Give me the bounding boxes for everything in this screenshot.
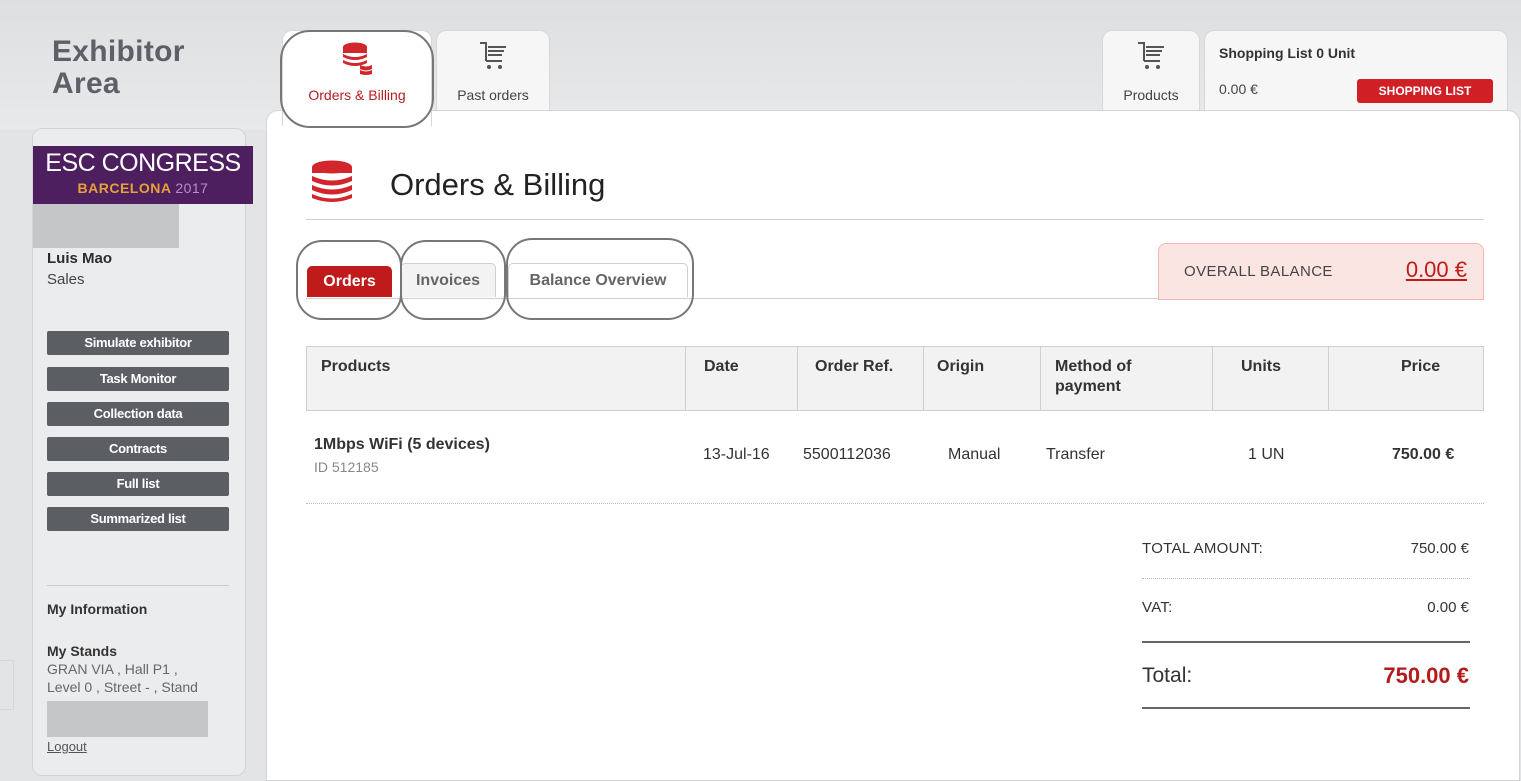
subtab-orders[interactable]: Orders <box>307 266 392 297</box>
tab-label: Products <box>1123 87 1179 103</box>
column-header-origin: Origin <box>937 358 985 375</box>
column-separator <box>923 347 924 410</box>
avatar <box>33 204 179 248</box>
column-header-products: Products <box>321 358 391 375</box>
product-id: ID 512185 <box>314 459 379 475</box>
logout-link[interactable]: Logout <box>47 739 87 754</box>
vat-value: 0.00 € <box>1427 599 1469 616</box>
column-separator <box>1328 347 1329 410</box>
summarized-list-button[interactable]: Summarized list <box>47 507 229 531</box>
full-list-button[interactable]: Full list <box>47 472 229 496</box>
total-label: Total: <box>1142 664 1193 687</box>
shopping-list-title: Shopping List 0 Unit <box>1219 45 1356 61</box>
sidebar-divider <box>47 585 229 586</box>
user-name: Luis Mao <box>47 250 113 267</box>
summary-divider <box>1142 578 1470 579</box>
simulate-exhibitor-button[interactable]: Simulate exhibitor <box>47 331 229 355</box>
subtab-balance-overview[interactable]: Balance Overview <box>508 263 688 297</box>
user-role: Sales <box>47 271 85 288</box>
column-header-method: Method of payment <box>1055 358 1132 395</box>
overall-balance-box: OVERALL BALANCE 0.00 € <box>1158 243 1484 300</box>
my-stands-title: My Stands <box>47 643 118 659</box>
overall-balance-value[interactable]: 0.00 € <box>1406 257 1467 283</box>
payment-method: Transfer <box>1046 446 1105 463</box>
tab-products[interactable]: Products <box>1102 30 1200 110</box>
total-amount-label: TOTAL AMOUNT: <box>1142 540 1264 557</box>
my-information-link[interactable]: My Information <box>47 601 147 617</box>
column-header-order-ref: Order Ref. <box>815 358 894 375</box>
vat-label: VAT: <box>1142 599 1173 616</box>
tab-label: Orders & Billing <box>308 87 406 103</box>
coin-stack-icon <box>308 159 364 210</box>
tab-orders-billing[interactable]: Orders & Billing <box>282 30 432 126</box>
summary-divider <box>1142 707 1470 709</box>
tab-label: Past orders <box>457 87 529 103</box>
subtab-invoices[interactable]: Invoices <box>400 263 496 297</box>
title-divider <box>306 219 1484 220</box>
tab-past-orders[interactable]: Past orders <box>436 30 550 110</box>
total-value: 750.00 € <box>1383 663 1469 688</box>
overall-balance-label: OVERALL BALANCE <box>1184 263 1333 280</box>
sidebar: ESC CONGRESS BARCELONA 2017 Luis Mao Sal… <box>32 128 253 776</box>
stand-detail: Level 0 , Street - , Stand <box>47 679 198 695</box>
column-header-price: Price <box>1401 358 1441 375</box>
collection-data-button[interactable]: Collection data <box>47 402 229 426</box>
coin-stack-icon <box>340 41 374 80</box>
column-separator <box>1040 347 1041 410</box>
product-name: 1Mbps WiFi (5 devices) <box>314 436 490 453</box>
contracts-button[interactable]: Contracts <box>47 437 229 461</box>
order-units: 1 UN <box>1248 446 1285 463</box>
stand-detail: GRAN VIA , Hall P1 , <box>47 661 178 677</box>
cart-icon <box>478 41 508 78</box>
page-title: Orders & Billing <box>390 167 606 202</box>
shopping-list-panel: Shopping List 0 Unit 0.00 € SHOPPING LIS… <box>1204 30 1508 110</box>
brand-title: Exhibitor Area <box>52 35 185 100</box>
column-separator <box>685 347 686 410</box>
shopping-list-amount: 0.00 € <box>1219 81 1258 97</box>
event-logo: ESC CONGRESS BARCELONA 2017 <box>33 146 253 204</box>
row-divider <box>306 503 1484 504</box>
shopping-list-button[interactable]: SHOPPING LIST <box>1357 79 1493 103</box>
subtab-divider <box>306 298 1164 299</box>
order-origin: Manual <box>948 446 1001 463</box>
column-header-date: Date <box>704 358 739 375</box>
order-ref: 5500112036 <box>803 446 891 463</box>
task-monitor-button[interactable]: Task Monitor <box>47 367 229 391</box>
redacted-stand <box>47 701 208 737</box>
cart-icon <box>1136 41 1166 78</box>
orders-table-header: Products Date Order Ref. Origin Method o… <box>306 346 1484 411</box>
summary-divider <box>1142 641 1470 643</box>
order-date: 13-Jul-16 <box>703 446 770 463</box>
column-separator <box>797 347 798 410</box>
edge-decoration <box>0 660 14 710</box>
column-header-units: Units <box>1241 358 1281 375</box>
total-amount-value: 750.00 € <box>1410 540 1469 557</box>
order-price: 750.00 € <box>1392 446 1455 463</box>
column-separator <box>1212 347 1213 410</box>
